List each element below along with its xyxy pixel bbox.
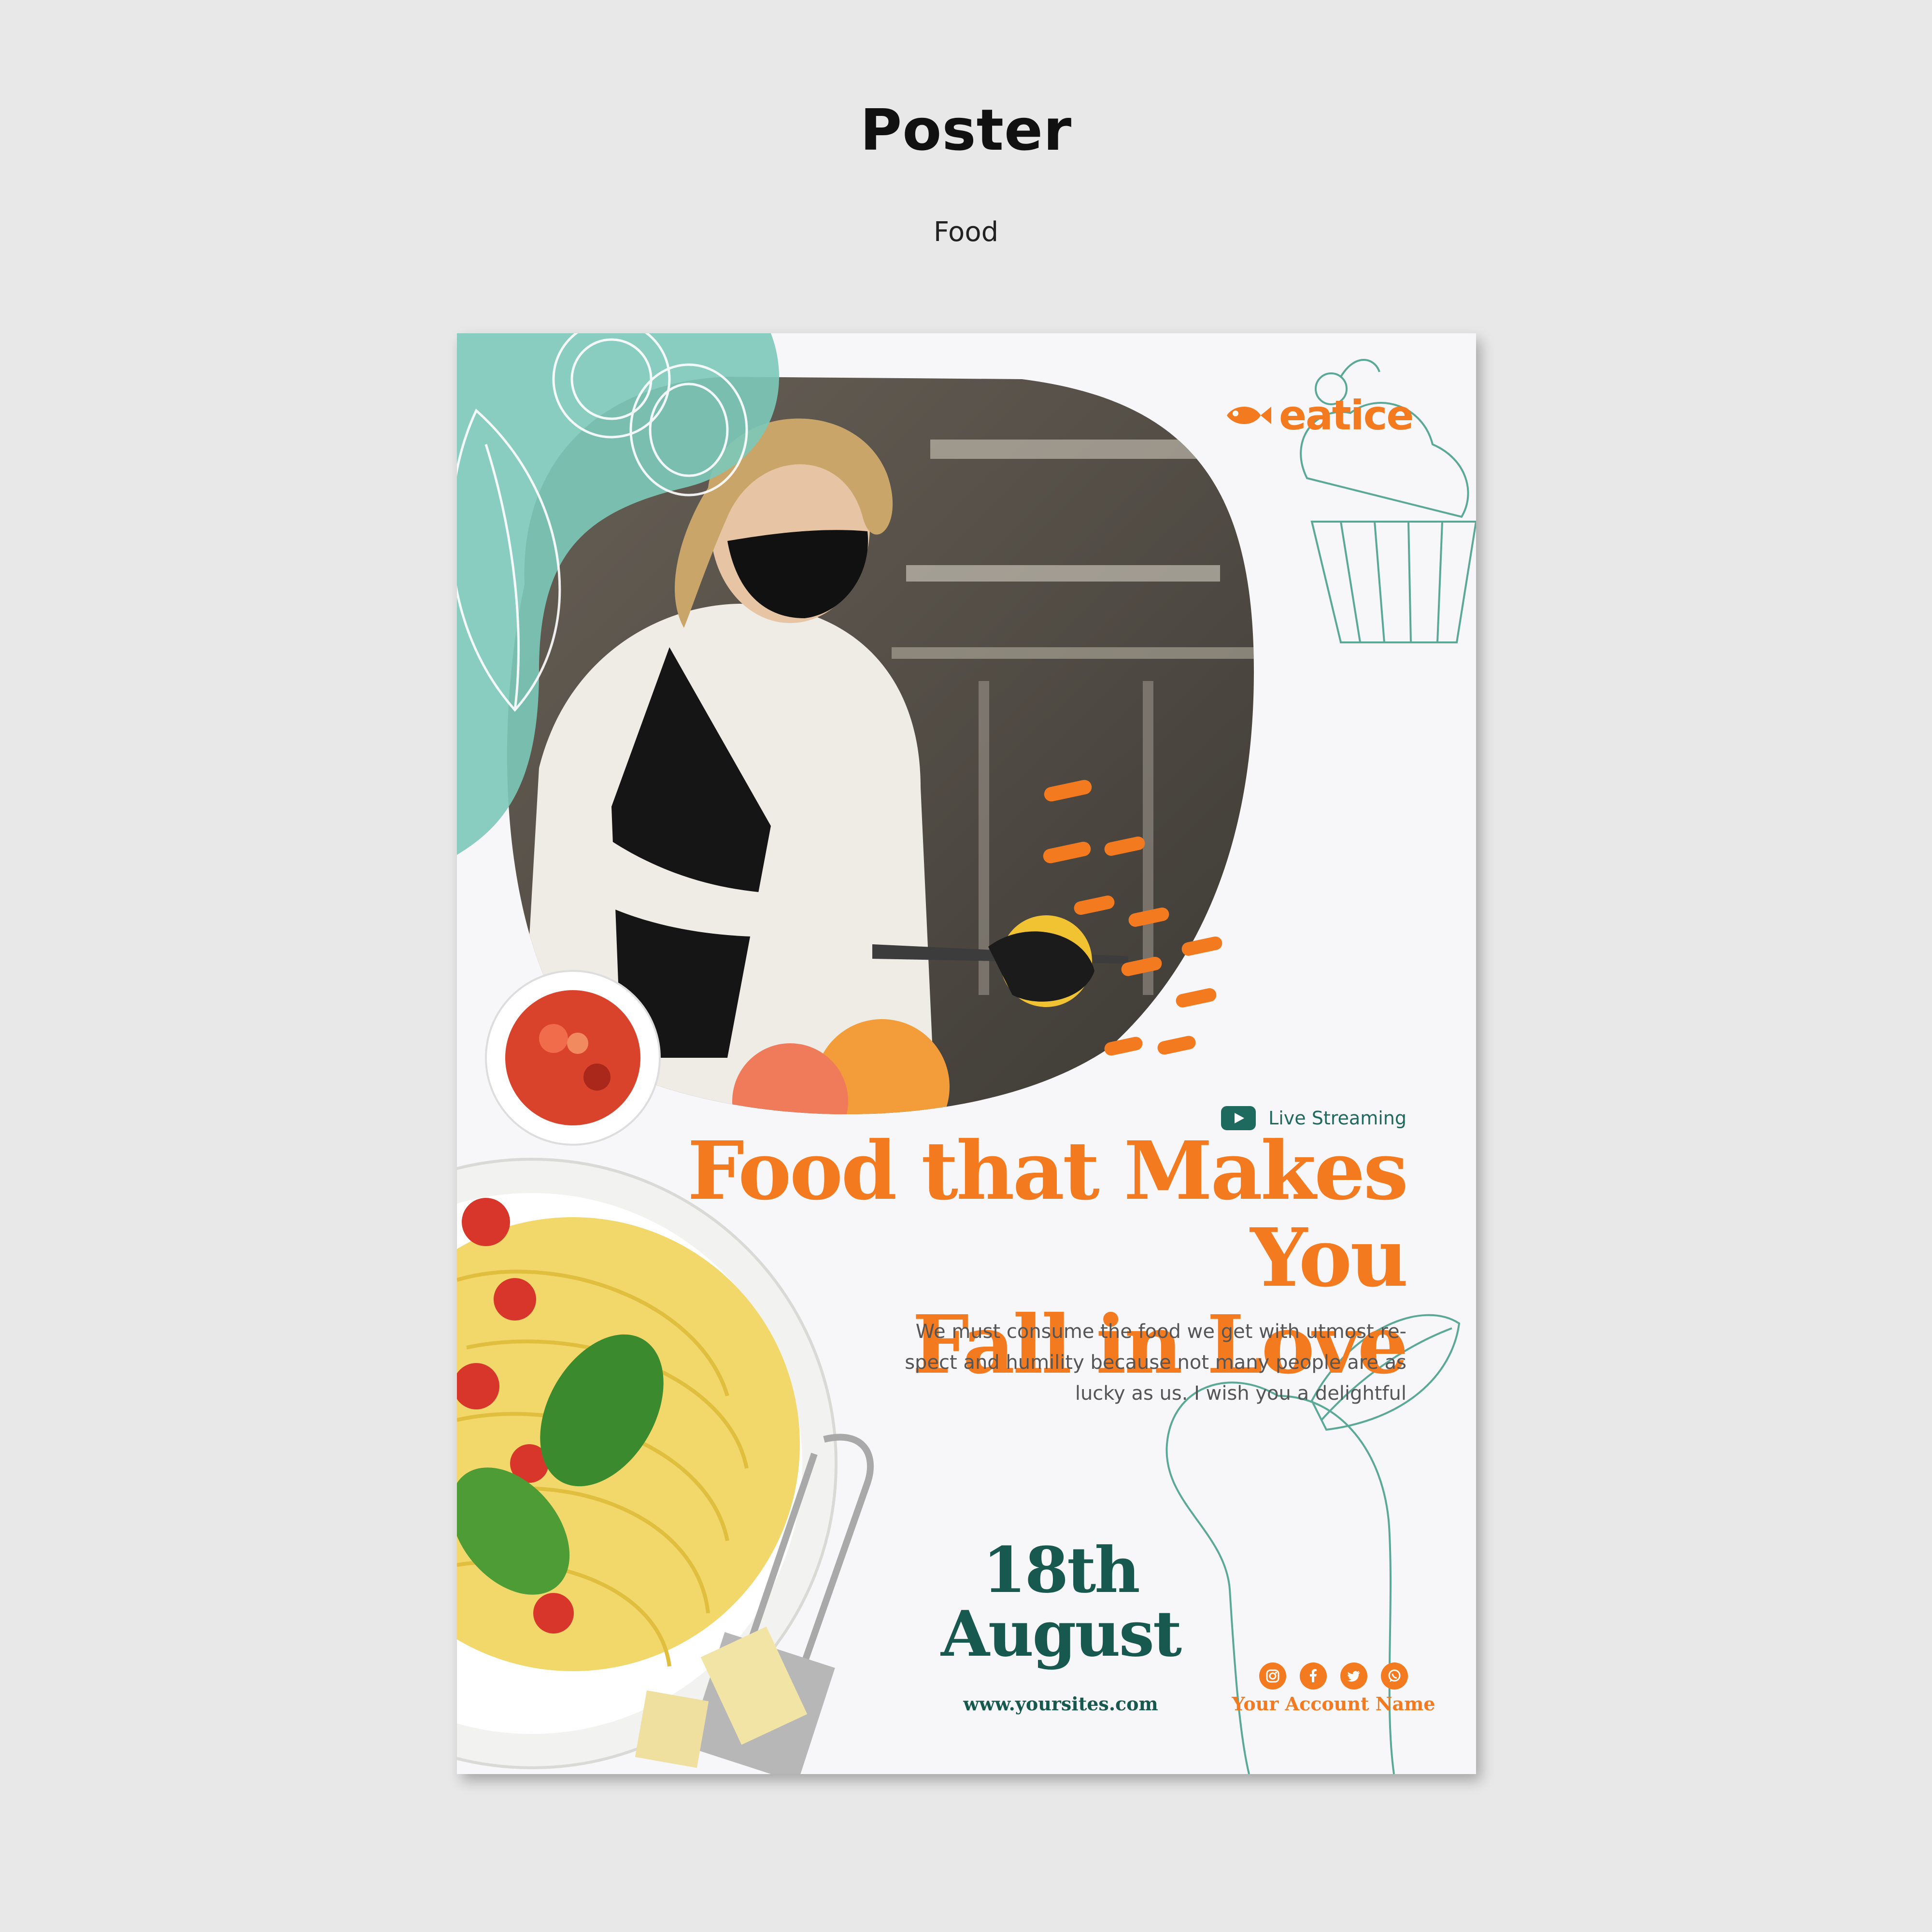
website-link: www.yoursites.com [963, 1693, 1158, 1715]
body-line-3: lucky as us. I wish you a delightful [1075, 1382, 1406, 1405]
body-text: We must consume the food we get with utm… [856, 1316, 1406, 1409]
poster: eatice Live Streaming Food that Makes Yo… [457, 333, 1476, 1774]
page-title: Poster [860, 97, 1072, 163]
body-line-1: We must consume the food we get with utm… [915, 1321, 1406, 1343]
page-subtitle: Food [933, 216, 999, 248]
body-line-2: spect and humility because not many peop… [905, 1351, 1406, 1374]
account-name: Your Account Name [1232, 1693, 1435, 1715]
date-day: 18th [982, 1533, 1140, 1607]
twitter-icon [1340, 1662, 1367, 1690]
event-date: 18th August [892, 1538, 1230, 1666]
whatsapp-icon [1381, 1662, 1408, 1690]
fish-logo-icon [1227, 407, 1271, 424]
brand-logo: eatice [1225, 391, 1418, 440]
date-month: August [940, 1597, 1182, 1671]
logo-text: eatice [1279, 392, 1414, 439]
instagram-icon [1259, 1662, 1286, 1690]
social-icons [1237, 1662, 1430, 1690]
facebook-icon [1300, 1662, 1327, 1690]
tomato-bowl [485, 970, 661, 1146]
headline-line-1: Food that Makes You [687, 1124, 1408, 1305]
